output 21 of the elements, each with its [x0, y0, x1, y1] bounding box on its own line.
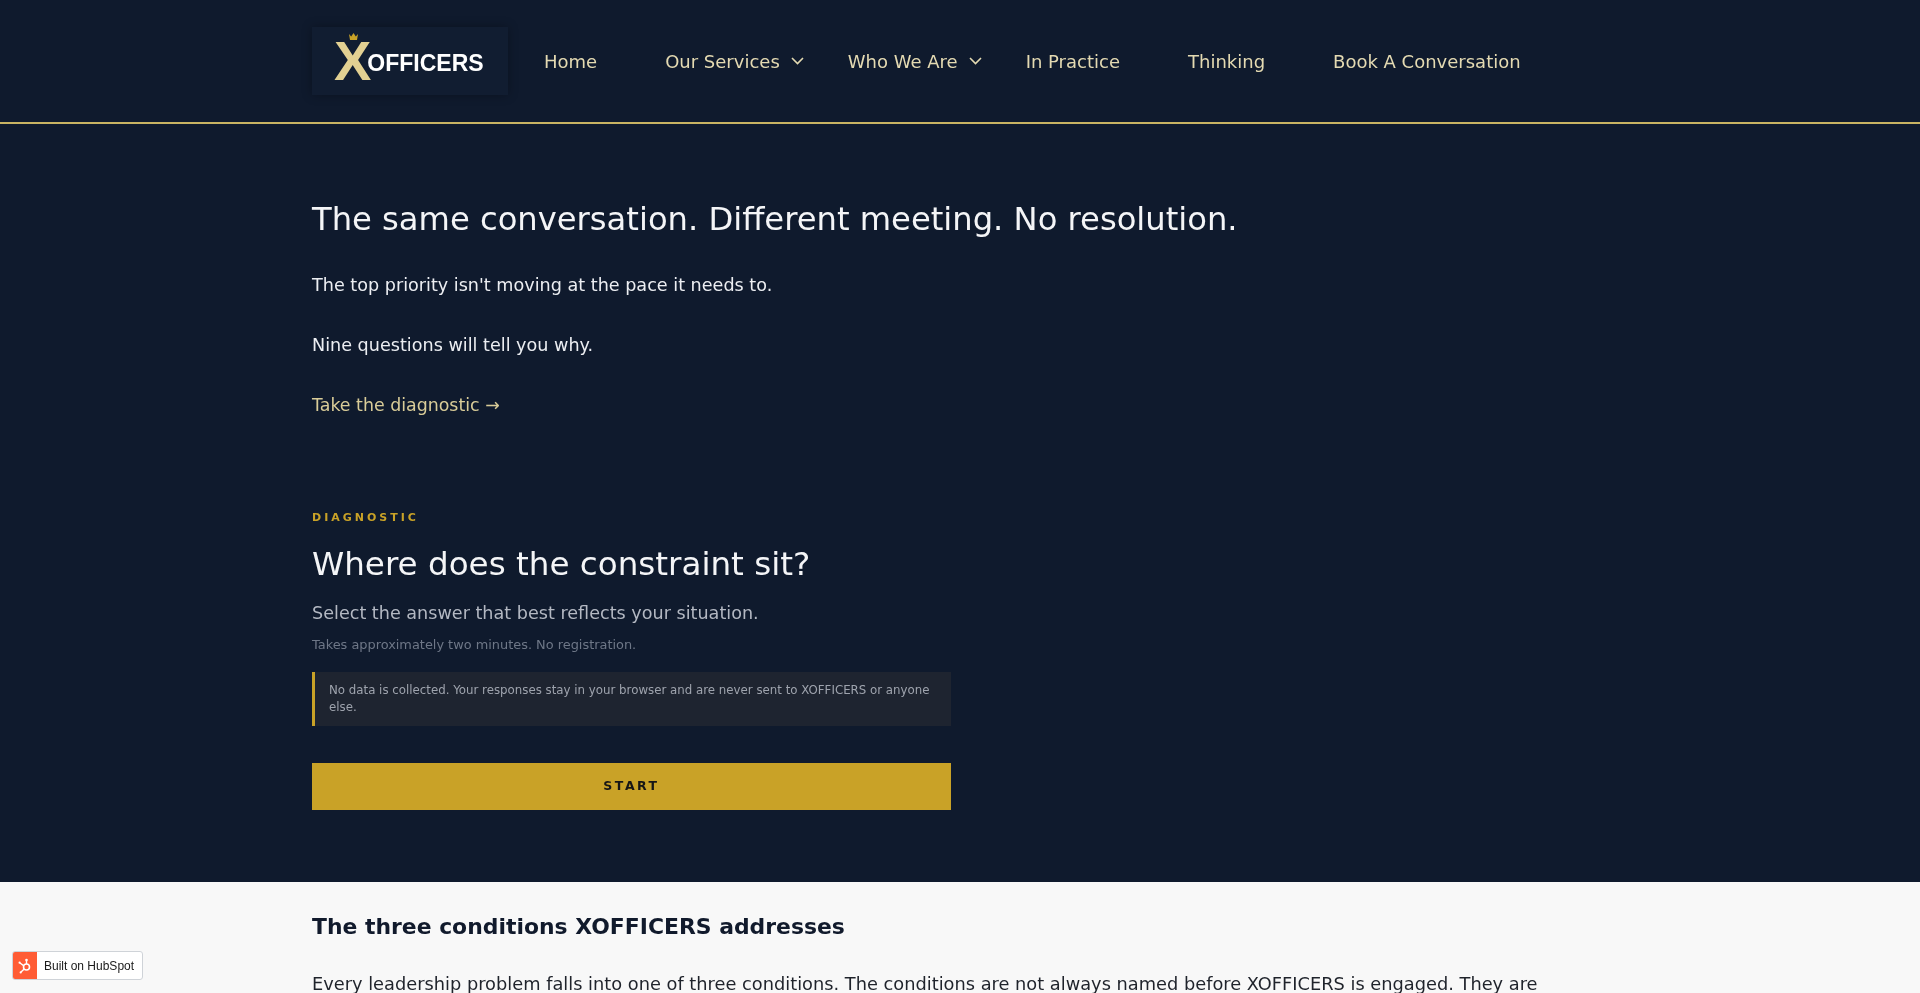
diagnostic-heading: Where does the constraint sit? — [312, 544, 812, 584]
hero-text: Nine questions will tell you why. — [312, 333, 595, 357]
privacy-notice: No data is collected. Your responses stay in your browser and are never sent to XOFFICERS or anyone else. — [312, 671, 951, 726]
crown-icon — [349, 33, 358, 40]
conditions-heading: The three conditions XOFFICERS addresses — [312, 913, 846, 941]
diagnostic-link[interactable]: Take the diagnostic → — [312, 394, 500, 415]
conditions-text: Every leadership problem falls into one of three conditions. The conditions are not always named before XOFFICERS is engaged. They are — [312, 974, 1539, 993]
duration-note: Takes approximately two minutes. No registration. — [312, 635, 638, 654]
nav-link[interactable]: In Practice — [1025, 47, 1120, 75]
nav-link[interactable]: Book A Conversation — [1333, 47, 1521, 75]
built-on-hubspot-badge[interactable]: Built on HubSpot — [12, 951, 144, 980]
hero-heading: The same conversation. Different meeting. No resolution. — [312, 200, 1239, 239]
nav-link[interactable]: Our Services — [665, 47, 804, 75]
sprocket-icon — [13, 952, 37, 979]
nav-link[interactable]: Who We Are — [847, 47, 982, 75]
section-label: DIAGNOSTIC — [312, 509, 420, 526]
nav-link[interactable]: Home — [544, 47, 598, 75]
hero-text: The top priority isn't moving at the pace it needs to. — [312, 273, 774, 297]
diagnostic-subtitle: Select the answer that best reflects your situation. — [312, 601, 760, 625]
start-button[interactable]: START — [312, 762, 951, 810]
nav-link[interactable]: Thinking — [1188, 47, 1266, 75]
